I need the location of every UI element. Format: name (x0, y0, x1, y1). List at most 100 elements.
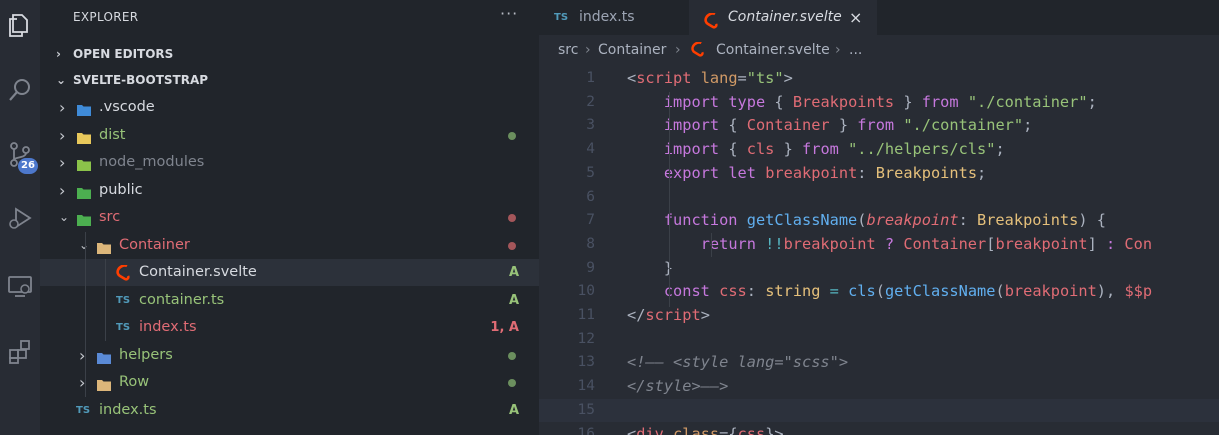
chevron-down-icon: ⌄ (56, 73, 67, 87)
breadcrumb-file[interactable]: Container.svelte (716, 35, 830, 65)
tree-item-label: Container.svelte (139, 264, 257, 280)
code-line: 3 import { Container } from "./container… (539, 114, 1219, 138)
code-text: } (627, 257, 673, 281)
ts-file-icon: TS (116, 294, 131, 306)
tree-folder[interactable]: › public (40, 177, 539, 204)
extensions-icon[interactable] (4, 336, 36, 368)
folder-icon (96, 375, 112, 391)
code-line: 7 function getClassName(breakpoint: Brea… (539, 209, 1219, 233)
tree-item-label: helpers (119, 346, 173, 363)
line-number: 7 (586, 212, 595, 229)
chevron-right-icon: › (59, 180, 66, 200)
tree-item-label: container.ts (139, 291, 225, 308)
tree-item-label: index.ts (139, 319, 197, 335)
git-status-badge: A (508, 402, 519, 418)
ts-file-icon: TS (116, 322, 131, 333)
tree-item-label: public (99, 181, 143, 198)
search-icon[interactable] (4, 74, 36, 106)
activity-bar: 26 (0, 0, 40, 435)
code-text: <script lang="ts"> (627, 69, 793, 87)
tab-index-ts[interactable]: TS index.ts (539, 0, 689, 35)
code-line: 8 return !!breakpoint ? Container[breakp… (539, 233, 1219, 257)
chevron-right-icon: › (59, 98, 66, 117)
tab-container-svelte[interactable]: Container.svelte × (689, 0, 877, 35)
tree-folder[interactable]: › .vscode (40, 94, 539, 121)
project-label: SVELTE-BOOTSTRAP (73, 73, 209, 87)
code-text: function getClassName(breakpoint: Breakp… (663, 211, 1106, 230)
chevron-right-icon: › (59, 153, 66, 172)
chevron-right-icon: › (835, 42, 841, 58)
tree-file[interactable]: TS index.ts 1, A (40, 314, 539, 341)
code-line: 13 <!—— <style lang="scss"> (539, 351, 1219, 375)
folder-icon (76, 210, 92, 226)
breadcrumb: src › Container › Container.svelte › ... (539, 35, 1219, 65)
chevron-right-icon: › (59, 125, 66, 145)
code-line: 10 const css: string = cls(getClassName(… (539, 280, 1219, 304)
tree-item-label: Row (119, 374, 150, 390)
folder-icon (76, 100, 92, 116)
more-actions-icon[interactable]: ··· (500, 4, 518, 23)
tree-item-label: src (99, 209, 121, 225)
ts-file-icon: TS (554, 12, 569, 23)
code-text: import { cls } from "../helpers/cls"; (663, 140, 1005, 159)
modified-dot (508, 379, 516, 387)
code-text: import type { Breakpoints } from "./cont… (663, 92, 1097, 111)
breadcrumb-container[interactable]: Container (598, 35, 666, 65)
code-line: 14 </style>——> (539, 375, 1219, 399)
run-debug-icon[interactable] (4, 202, 36, 234)
breadcrumb-more[interactable]: ... (849, 35, 862, 65)
line-number: 5 (586, 164, 595, 181)
tree-folder[interactable]: › helpers (40, 342, 539, 369)
close-icon[interactable]: × (849, 0, 862, 35)
tree-folder[interactable]: ⌄ src (40, 204, 539, 231)
line-number: 8 (586, 235, 595, 252)
remote-explorer-icon[interactable] (4, 270, 36, 302)
tree-folder[interactable]: › Row (40, 369, 539, 396)
line-number: 16 (577, 425, 595, 435)
indent-guide (669, 92, 670, 307)
code-line: 11 </script> (539, 304, 1219, 328)
folder-icon (76, 155, 92, 171)
modified-dot (508, 214, 516, 222)
tree-file[interactable]: TS container.ts A (40, 287, 539, 314)
code-text: <!—— <style lang="scss"> (627, 353, 849, 372)
indent-guide (85, 232, 86, 397)
code-line: 12 (539, 328, 1219, 352)
code-line: 15 (539, 398, 1219, 423)
ts-file-icon: TS (76, 404, 91, 416)
explorer-icon[interactable] (4, 9, 36, 41)
chevron-right-icon: › (675, 42, 681, 58)
tree-file[interactable]: TS index.ts A (40, 397, 539, 424)
code-line: 4 import { cls } from "../helpers/cls"; (539, 138, 1219, 162)
code-text: export let breakpoint: Breakpoints; (663, 163, 987, 182)
chevron-down-icon: ⌄ (59, 210, 70, 224)
tree-folder[interactable]: › node_modules (40, 149, 539, 176)
code-line: 6 (539, 186, 1219, 210)
code-line: 5 export let breakpoint: Breakpoints; (539, 162, 1219, 186)
open-editors-label: OPEN EDITORS (73, 47, 174, 61)
tree-file[interactable]: Container.svelte A (40, 259, 539, 286)
tree-item-label: node_modules (99, 154, 205, 170)
code-text: return !!breakpoint ? Container[breakpoi… (700, 234, 1153, 253)
open-editors-header[interactable]: › OPEN EDITORS (40, 41, 539, 67)
project-header[interactable]: ⌄ SVELTE-BOOTSTRAP (40, 67, 539, 93)
folder-icon (76, 183, 92, 199)
tree-folder[interactable]: › dist (40, 122, 539, 149)
line-number: 1 (586, 70, 595, 86)
code-line: 16 <div class={css}> (539, 423, 1219, 435)
tree-item-label: index.ts (99, 401, 157, 418)
line-number: 15 (577, 401, 595, 418)
line-number: 11 (577, 307, 595, 323)
line-number: 14 (577, 378, 595, 395)
line-number: 3 (586, 117, 595, 134)
tree-item-label: Container (119, 236, 190, 253)
git-status-badge: 1, A (490, 320, 519, 335)
svelte-file-icon (691, 41, 705, 58)
svelte-file-icon (116, 264, 132, 281)
scm-badge: 26 (18, 158, 38, 174)
breadcrumb-src[interactable]: src (558, 35, 578, 65)
code-editor[interactable]: 1 <script lang="ts"> 2 import type { Break… (539, 65, 1219, 435)
line-number: 4 (586, 141, 595, 158)
sidebar-title: EXPLORER (73, 10, 139, 24)
tree-folder[interactable]: ⌄Container (40, 232, 539, 259)
